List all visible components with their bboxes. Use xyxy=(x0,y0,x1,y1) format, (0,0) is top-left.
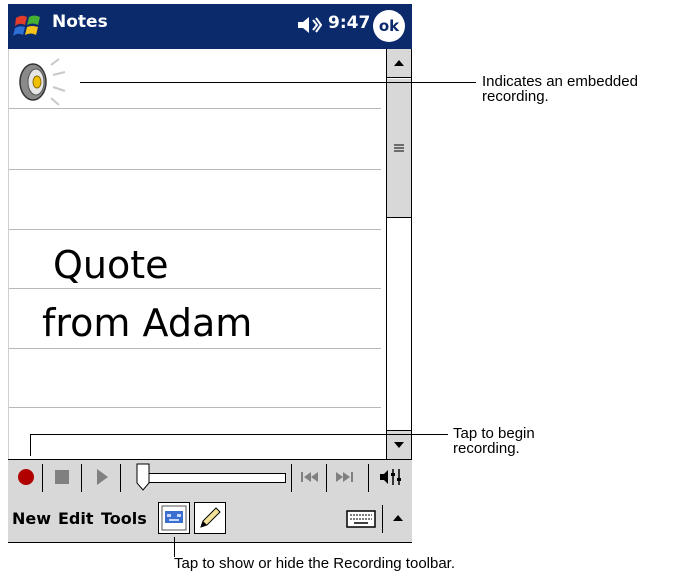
vertical-scrollbar[interactable] xyxy=(386,49,412,459)
note-rule-line xyxy=(9,407,381,408)
menu-edit[interactable]: Edit xyxy=(58,509,94,528)
pen-icon[interactable] xyxy=(194,502,226,534)
recording-toolbar xyxy=(8,459,412,497)
recording-toolbar-icon[interactable] xyxy=(158,502,190,534)
toolbar-separator xyxy=(326,464,327,492)
title-bar: Notes 9:47 ok xyxy=(8,4,412,49)
note-writing-area[interactable]: Quote from Adam xyxy=(8,49,387,459)
grip-icon xyxy=(394,144,404,152)
callout-begin-line-2: recording. xyxy=(453,440,520,457)
scroll-thumb[interactable] xyxy=(387,79,411,218)
clock[interactable]: 9:47 xyxy=(328,13,370,33)
toolbar-separator xyxy=(120,464,121,492)
callout-leader-toolbar xyxy=(174,537,175,557)
note-text-line-1: Quote xyxy=(53,243,169,287)
embedded-recording-icon[interactable] xyxy=(15,55,75,109)
toolbar-separator xyxy=(291,464,292,492)
keyboard-icon[interactable] xyxy=(344,502,378,534)
callout-leader-recording xyxy=(80,82,476,83)
note-rule-line xyxy=(9,288,381,289)
menu-bar: New Edit Tools xyxy=(8,496,412,543)
callout-recording-line-1: Indicates an embedded xyxy=(482,73,638,90)
toolbar-separator xyxy=(81,464,82,492)
position-slider-thumb[interactable] xyxy=(136,463,150,491)
speaker-icon[interactable] xyxy=(296,13,322,37)
pocket-pc-screen: Notes 9:47 ok Quote from Adam New Edit T… xyxy=(8,4,412,543)
input-menu-arrow-icon[interactable] xyxy=(386,502,410,534)
note-rule-line xyxy=(9,169,381,170)
ok-button[interactable]: ok xyxy=(373,10,405,42)
scroll-up-button[interactable] xyxy=(387,49,411,78)
callout-recording-line-2: recording. xyxy=(482,88,549,105)
play-icon[interactable] xyxy=(88,463,116,491)
menu-tools[interactable]: Tools xyxy=(101,509,147,528)
scroll-down-arrow-icon xyxy=(394,442,404,448)
callout-begin-line-1: Tap to begin xyxy=(453,425,535,442)
note-rule-line xyxy=(9,108,381,109)
scroll-up-arrow-icon xyxy=(394,60,404,66)
record-icon[interactable] xyxy=(12,463,40,491)
app-title: Notes xyxy=(52,12,108,32)
callout-leader-begin xyxy=(30,434,448,435)
volume-icon[interactable] xyxy=(376,463,404,491)
callout-toolbar-hint: Tap to show or hide the Recording toolba… xyxy=(174,555,456,572)
menu-new[interactable]: New xyxy=(12,509,51,528)
note-rule-line xyxy=(9,229,381,230)
toolbar-separator xyxy=(368,464,369,492)
skip-back-icon[interactable] xyxy=(296,463,324,491)
toolbar-separator xyxy=(42,464,43,492)
note-text-line-2: from Adam xyxy=(42,301,253,345)
stop-icon[interactable] xyxy=(48,463,76,491)
note-rule-line xyxy=(9,348,381,349)
callout-leader-begin-vertical xyxy=(30,434,31,456)
menu-separator xyxy=(382,505,383,533)
position-slider-track[interactable] xyxy=(148,473,286,483)
skip-forward-icon[interactable] xyxy=(330,463,358,491)
windows-start-icon[interactable] xyxy=(12,8,46,44)
